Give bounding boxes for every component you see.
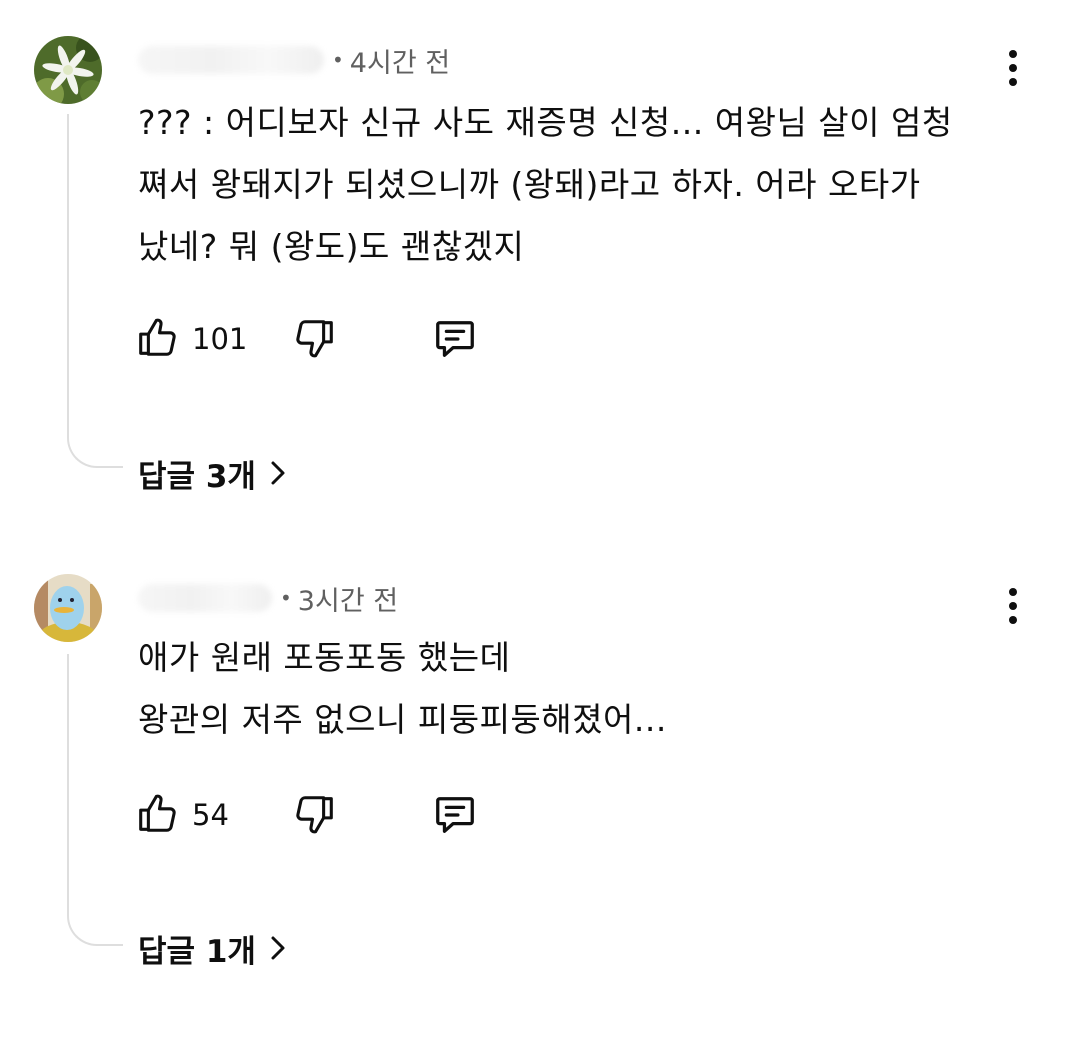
cartoon-character-avatar-icon [34,574,102,642]
comment-time: 3시간 전 [297,585,399,617]
flower-avatar-icon [34,36,102,104]
more-options-button[interactable] [996,46,1030,90]
comment-body-line: 애가 원래 포동포동 했는데 [138,638,511,677]
reply-comment-icon[interactable] [432,792,478,838]
separator-dot: • [332,48,344,72]
thread-line [67,114,123,468]
reply-comment-icon[interactable] [432,316,478,362]
thread-line [67,654,123,946]
username-redacted [138,46,324,74]
user-avatar[interactable] [34,574,102,642]
view-replies-button[interactable]: 답글 1개 [138,926,286,970]
chevron-right-icon [271,461,285,485]
separator-dot: • [280,586,292,610]
view-replies-button[interactable]: 답글 3개 [138,451,286,495]
chevron-right-icon [271,936,285,960]
like-count: 101 [192,322,248,356]
comment-body-line: 났네? 뭐 (왕도)도 괜찮겠지 [138,227,525,266]
more-options-button[interactable] [996,584,1030,628]
comment-body-line: 쪄서 왕돼지가 되셨으니까 (왕돼)라고 하자. 어라 오타가 [138,165,921,204]
comment-meta: • 3시간 전 [138,578,398,618]
comment-body-line: ??? : 어디보자 신규 사도 재증명 신청... 여왕님 살이 엄청 [138,103,953,142]
username-redacted [138,584,272,612]
replies-label: 답글 3개 [138,458,256,495]
thumbs-down-icon[interactable] [292,792,338,838]
comment-meta: • 4시간 전 [138,40,450,80]
user-avatar[interactable] [34,36,102,104]
thumbs-up-icon[interactable] [134,314,180,360]
comment-body: ??? : 어디보자 신규 사도 재증명 신청... 여왕님 살이 엄청 쪄서 … [138,92,1018,278]
thumbs-down-icon[interactable] [292,316,338,362]
comment-body-line: 왕관의 저주 없으니 피둥피둥해졌어... [138,700,667,739]
replies-label: 답글 1개 [138,933,256,970]
comment-body: 애가 원래 포동포동 했는데 왕관의 저주 없으니 피둥피둥해졌어... [138,627,1018,751]
comment-time: 4시간 전 [349,47,451,79]
thumbs-up-icon[interactable] [134,790,180,836]
like-count: 54 [192,798,229,832]
